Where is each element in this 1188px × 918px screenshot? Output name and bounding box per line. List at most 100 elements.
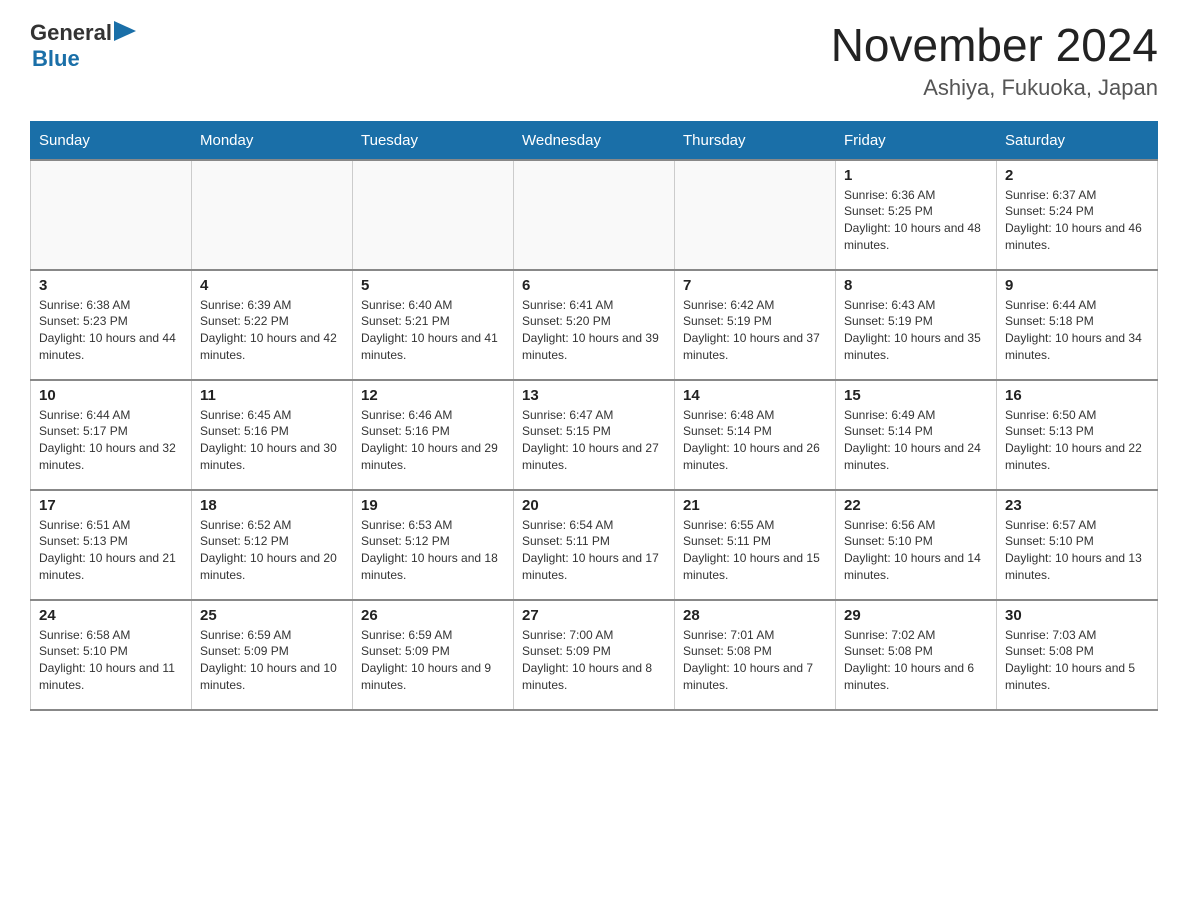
calendar-cell: 24 Sunrise: 6:58 AMSunset: 5:10 PMDayligh… [31, 600, 192, 710]
day-number: 23 [1005, 497, 1149, 514]
day-info: Sunrise: 6:57 AMSunset: 5:10 PMDaylight:… [1005, 517, 1149, 584]
day-number: 16 [1005, 387, 1149, 404]
day-info: Sunrise: 6:43 AMSunset: 5:19 PMDaylight:… [844, 297, 988, 364]
day-info: Sunrise: 6:36 AMSunset: 5:25 PMDaylight:… [844, 187, 988, 254]
day-number: 9 [1005, 277, 1149, 294]
title-area: November 2024 Ashiya, Fukuoka, Japan [831, 20, 1158, 101]
calendar-cell: 16 Sunrise: 6:50 AMSunset: 5:13 PMDayligh… [997, 380, 1158, 490]
day-info: Sunrise: 7:01 AMSunset: 5:08 PMDaylight:… [683, 627, 827, 694]
day-number: 11 [200, 387, 344, 404]
week-row-3: 10 Sunrise: 6:44 AMSunset: 5:17 PMDayligh… [31, 380, 1158, 490]
day-info: Sunrise: 6:54 AMSunset: 5:11 PMDaylight:… [522, 517, 666, 584]
day-info: Sunrise: 6:44 AMSunset: 5:17 PMDaylight:… [39, 407, 183, 474]
day-info: Sunrise: 7:03 AMSunset: 5:08 PMDaylight:… [1005, 627, 1149, 694]
day-info: Sunrise: 6:46 AMSunset: 5:16 PMDaylight:… [361, 407, 505, 474]
calendar-cell: 7 Sunrise: 6:42 AMSunset: 5:19 PMDaylight… [675, 270, 836, 380]
day-info: Sunrise: 6:39 AMSunset: 5:22 PMDaylight:… [200, 297, 344, 364]
calendar-cell [514, 160, 675, 270]
day-info: Sunrise: 6:45 AMSunset: 5:16 PMDaylight:… [200, 407, 344, 474]
day-number: 3 [39, 277, 183, 294]
day-number: 12 [361, 387, 505, 404]
calendar-header-row: SundayMondayTuesdayWednesdayThursdayFrid… [31, 121, 1158, 160]
calendar-cell: 1Sunrise: 6:36 AMSunset: 5:25 PMDaylight… [836, 160, 997, 270]
day-info: Sunrise: 6:48 AMSunset: 5:14 PMDaylight:… [683, 407, 827, 474]
day-number: 30 [1005, 607, 1149, 624]
calendar-cell: 9Sunrise: 6:44 AMSunset: 5:18 PMDaylight… [997, 270, 1158, 380]
day-number: 21 [683, 497, 827, 514]
calendar-cell: 8 Sunrise: 6:43 AMSunset: 5:19 PMDaylight… [836, 270, 997, 380]
calendar-cell: 20 Sunrise: 6:54 AMSunset: 5:11 PMDayligh… [514, 490, 675, 600]
calendar-cell: 2 Sunrise: 6:37 AMSunset: 5:24 PMDaylight… [997, 160, 1158, 270]
day-number: 25 [200, 607, 344, 624]
page-title: November 2024 [831, 20, 1158, 71]
day-number: 15 [844, 387, 988, 404]
calendar-cell [192, 160, 353, 270]
calendar-cell [675, 160, 836, 270]
day-number: 19 [361, 497, 505, 514]
day-info: Sunrise: 6:53 AMSunset: 5:12 PMDaylight:… [361, 517, 505, 584]
day-number: 13 [522, 387, 666, 404]
day-info: Sunrise: 7:00 AMSunset: 5:09 PMDaylight:… [522, 627, 666, 694]
day-number: 18 [200, 497, 344, 514]
day-number: 4 [200, 277, 344, 294]
calendar-cell [31, 160, 192, 270]
calendar-cell: 10 Sunrise: 6:44 AMSunset: 5:17 PMDayligh… [31, 380, 192, 490]
calendar-cell: 14 Sunrise: 6:48 AMSunset: 5:14 PMDayligh… [675, 380, 836, 490]
subtitle: Ashiya, Fukuoka, Japan [831, 75, 1158, 101]
calendar-cell: 25 Sunrise: 6:59 AMSunset: 5:09 PMDayligh… [192, 600, 353, 710]
day-number: 7 [683, 277, 827, 294]
day-info: Sunrise: 6:55 AMSunset: 5:11 PMDaylight:… [683, 517, 827, 584]
calendar-header-tuesday: Tuesday [353, 121, 514, 160]
day-number: 22 [844, 497, 988, 514]
day-info: Sunrise: 6:38 AMSunset: 5:23 PMDaylight:… [39, 297, 183, 364]
day-number: 28 [683, 607, 827, 624]
day-number: 10 [39, 387, 183, 404]
calendar-header-monday: Monday [192, 121, 353, 160]
day-info: Sunrise: 6:40 AMSunset: 5:21 PMDaylight:… [361, 297, 505, 364]
logo-blue: Blue [32, 46, 80, 71]
day-info: Sunrise: 6:37 AMSunset: 5:24 PMDaylight:… [1005, 187, 1149, 254]
week-row-5: 24 Sunrise: 6:58 AMSunset: 5:10 PMDayligh… [31, 600, 1158, 710]
day-info: Sunrise: 6:58 AMSunset: 5:10 PMDaylight:… [39, 627, 183, 694]
week-row-1: 1Sunrise: 6:36 AMSunset: 5:25 PMDaylight… [31, 160, 1158, 270]
calendar-cell: 27Sunrise: 7:00 AMSunset: 5:09 PMDayligh… [514, 600, 675, 710]
calendar-cell: 21 Sunrise: 6:55 AMSunset: 5:11 PMDayligh… [675, 490, 836, 600]
calendar-cell: 6Sunrise: 6:41 AMSunset: 5:20 PMDaylight… [514, 270, 675, 380]
day-info: Sunrise: 6:50 AMSunset: 5:13 PMDaylight:… [1005, 407, 1149, 474]
day-number: 5 [361, 277, 505, 294]
calendar-cell: 26 Sunrise: 6:59 AMSunset: 5:09 PMDayligh… [353, 600, 514, 710]
day-number: 8 [844, 277, 988, 294]
week-row-2: 3 Sunrise: 6:38 AMSunset: 5:23 PMDaylight… [31, 270, 1158, 380]
day-number: 14 [683, 387, 827, 404]
calendar-cell: 5 Sunrise: 6:40 AMSunset: 5:21 PMDaylight… [353, 270, 514, 380]
day-number: 6 [522, 277, 666, 294]
day-info: Sunrise: 6:59 AMSunset: 5:09 PMDaylight:… [200, 627, 344, 694]
calendar-cell: 30 Sunrise: 7:03 AMSunset: 5:08 PMDayligh… [997, 600, 1158, 710]
calendar-cell: 18 Sunrise: 6:52 AMSunset: 5:12 PMDayligh… [192, 490, 353, 600]
week-row-4: 17 Sunrise: 6:51 AMSunset: 5:13 PMDayligh… [31, 490, 1158, 600]
day-number: 2 [1005, 167, 1149, 184]
day-info: Sunrise: 6:59 AMSunset: 5:09 PMDaylight:… [361, 627, 505, 694]
calendar-cell: 17 Sunrise: 6:51 AMSunset: 5:13 PMDayligh… [31, 490, 192, 600]
day-number: 26 [361, 607, 505, 624]
logo-triangle-icon [114, 21, 136, 43]
day-info: Sunrise: 6:51 AMSunset: 5:13 PMDaylight:… [39, 517, 183, 584]
day-number: 24 [39, 607, 183, 624]
calendar-cell: 12 Sunrise: 6:46 AMSunset: 5:16 PMDayligh… [353, 380, 514, 490]
calendar-cell: 28 Sunrise: 7:01 AMSunset: 5:08 PMDayligh… [675, 600, 836, 710]
calendar-header-wednesday: Wednesday [514, 121, 675, 160]
calendar-cell: 22Sunrise: 6:56 AMSunset: 5:10 PMDayligh… [836, 490, 997, 600]
day-number: 20 [522, 497, 666, 514]
calendar: SundayMondayTuesdayWednesdayThursdayFrid… [30, 121, 1158, 711]
logo: General Blue [30, 20, 136, 72]
day-number: 29 [844, 607, 988, 624]
day-info: Sunrise: 6:42 AMSunset: 5:19 PMDaylight:… [683, 297, 827, 364]
day-info: Sunrise: 7:02 AMSunset: 5:08 PMDaylight:… [844, 627, 988, 694]
calendar-cell: 23 Sunrise: 6:57 AMSunset: 5:10 PMDayligh… [997, 490, 1158, 600]
header: General Blue November 2024 Ashiya, Fukuo… [30, 20, 1158, 101]
day-info: Sunrise: 6:52 AMSunset: 5:12 PMDaylight:… [200, 517, 344, 584]
calendar-cell [353, 160, 514, 270]
calendar-cell: 11 Sunrise: 6:45 AMSunset: 5:16 PMDayligh… [192, 380, 353, 490]
calendar-header-friday: Friday [836, 121, 997, 160]
day-number: 17 [39, 497, 183, 514]
